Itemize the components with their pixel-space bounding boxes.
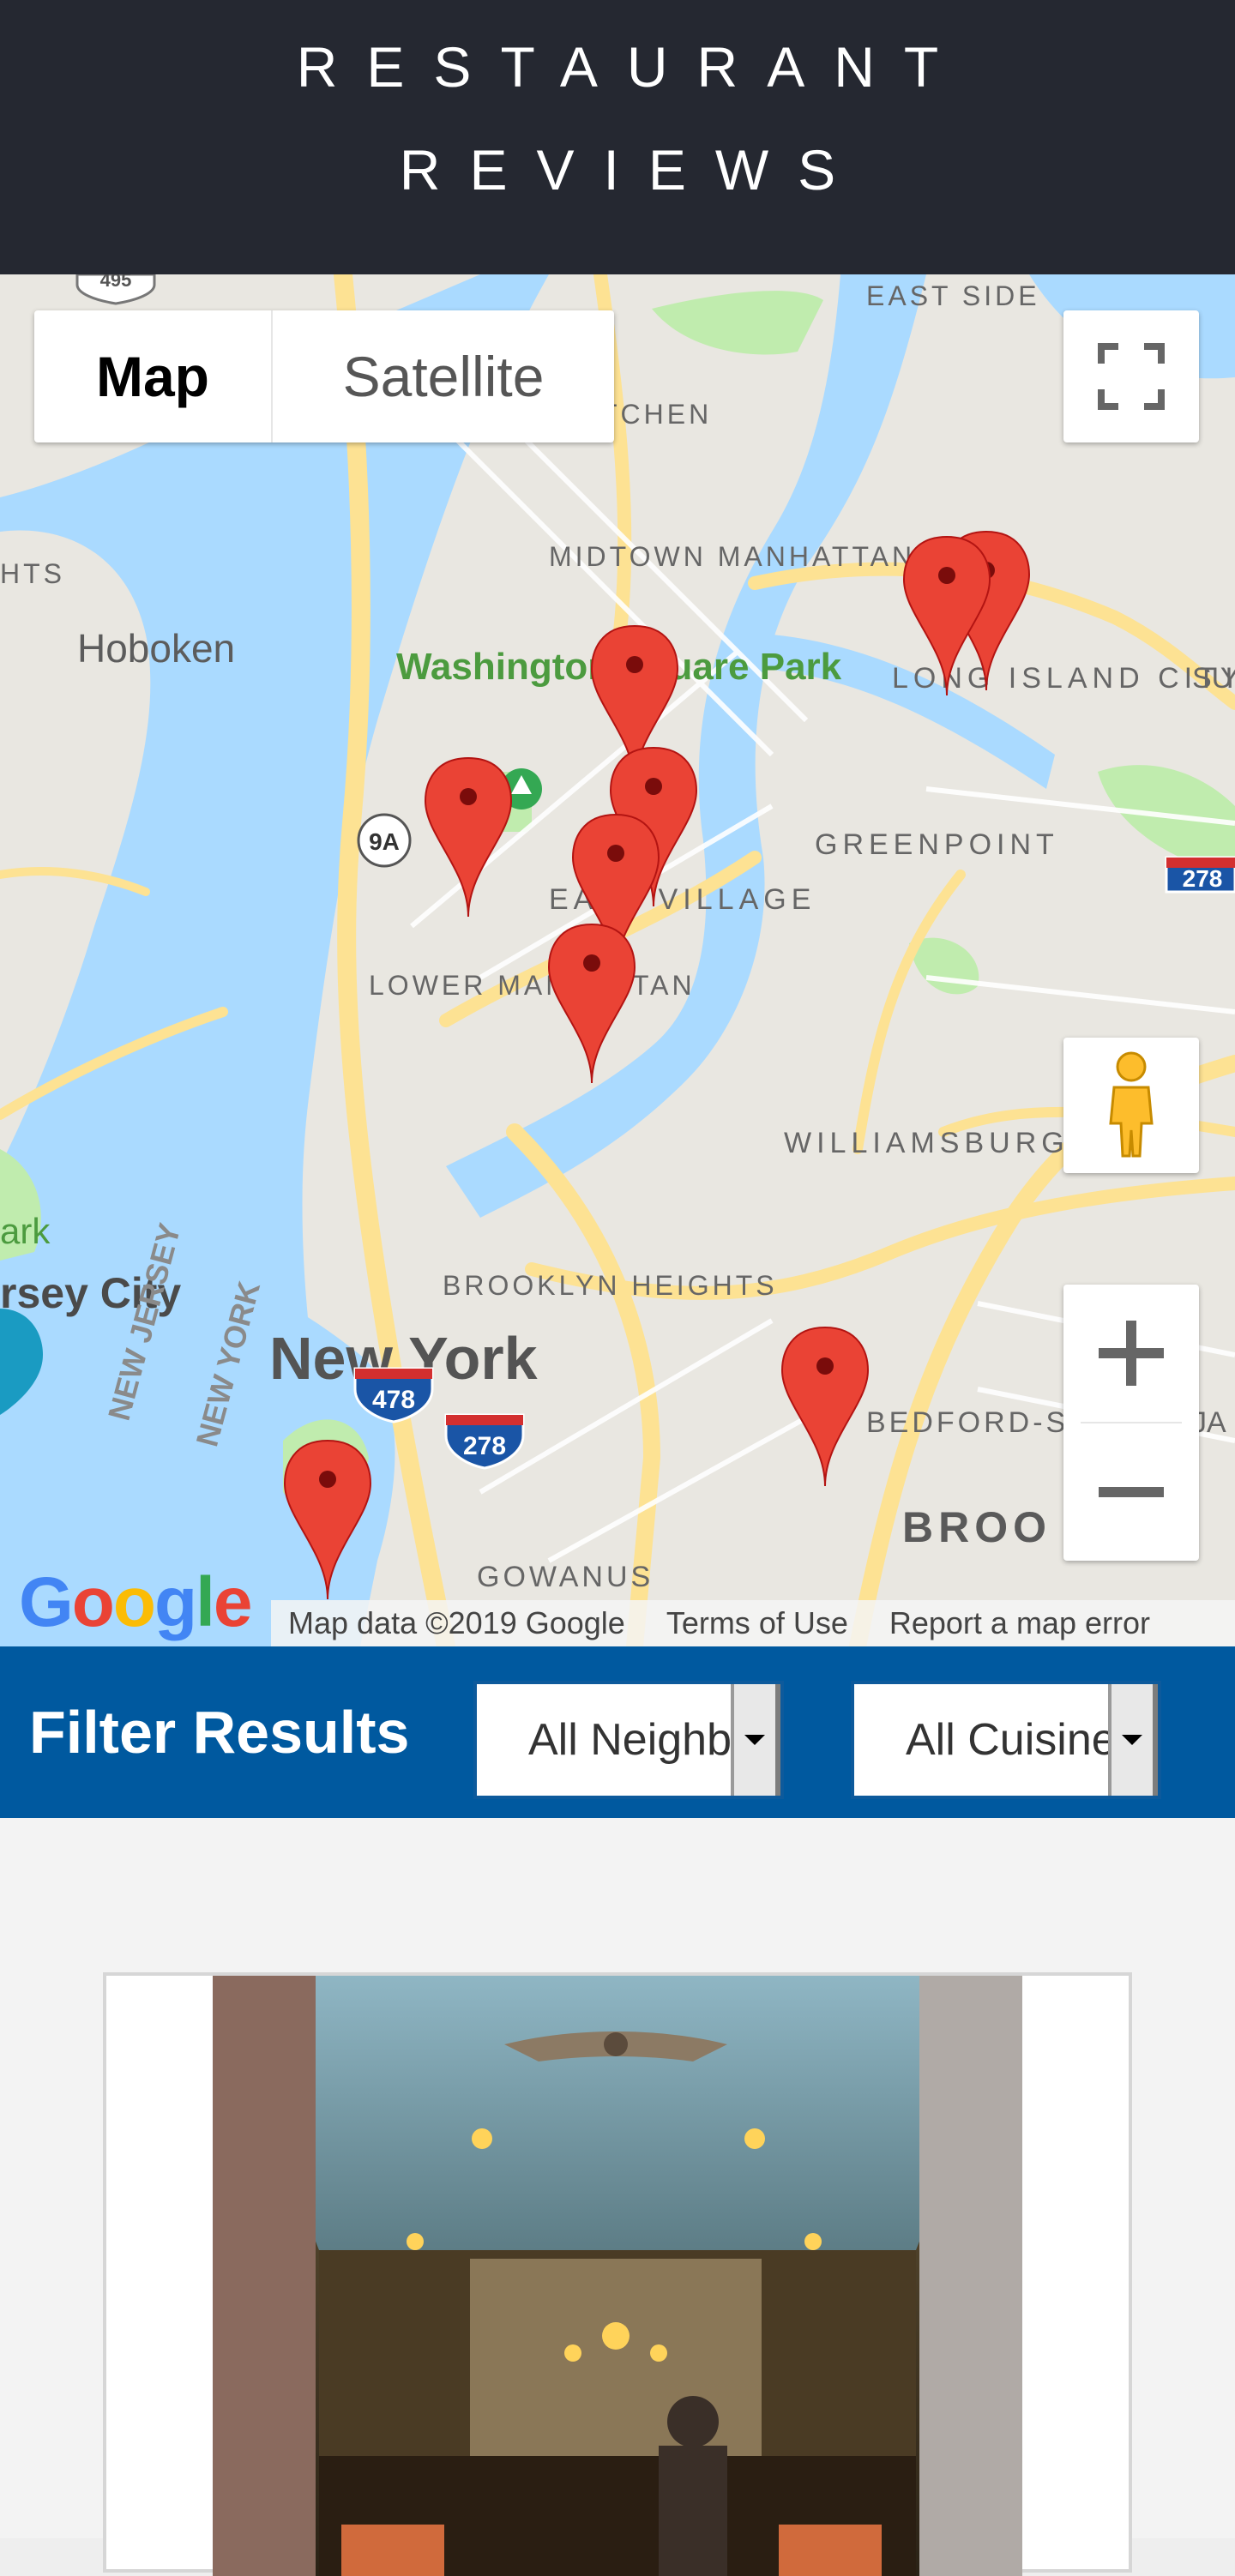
svg-text:278: 278 <box>1183 865 1223 892</box>
zoom-control <box>1063 1285 1199 1561</box>
map[interactable]: Hoboken rsey City New York Washington Sq… <box>0 274 1235 1646</box>
zoom-in-button[interactable] <box>1063 1285 1199 1422</box>
fullscreen-button[interactable] <box>1063 310 1199 442</box>
svg-text:478: 478 <box>372 1386 415 1414</box>
label-east-side: EAST SIDE <box>866 280 1040 311</box>
site-title-line-1: RESTAURANT <box>296 35 968 99</box>
google-logo[interactable]: Google <box>19 1562 252 1643</box>
cuisines-select-value: All Cuisines <box>906 1715 1112 1765</box>
shield-i278-east: 278 <box>1165 856 1235 894</box>
zoom-out-button[interactable] <box>1063 1423 1199 1561</box>
label-hts: HTS <box>0 558 65 589</box>
label-brooklyn-heights: BROOKLYN HEIGHTS <box>443 1270 778 1301</box>
pegman-icon <box>1109 1051 1154 1158</box>
restaurant-photo[interactable] <box>213 1976 1022 2576</box>
neighborhoods-select[interactable]: All Neighborhoods <box>473 1681 784 1799</box>
label-hoboken: Hoboken <box>77 626 235 671</box>
street-view-pegman-button[interactable] <box>1063 1038 1199 1173</box>
restaurant-card[interactable] <box>103 1972 1132 2576</box>
map-data-attribution: Map data ©2019 Google <box>288 1605 625 1640</box>
dropdown-arrow-icon <box>1108 1684 1158 1796</box>
label-kitchen: TCHEN <box>600 399 712 430</box>
filter-bar: Filter Results All Neighborhoods All Cui… <box>0 1646 1235 1818</box>
restaurant-interior-image <box>213 1976 1022 2576</box>
dropdown-arrow-icon <box>731 1684 780 1796</box>
label-greenpoint: GREENPOINT <box>815 828 1059 861</box>
map-type-control: Map Satellite <box>34 310 614 442</box>
label-gowanus: GOWANUS <box>477 1561 654 1593</box>
site-title[interactable]: RESTAURANT REVIEWS <box>268 15 967 221</box>
label-lower-manhattan: LOWER MANHATTAN <box>369 970 696 1001</box>
label-midtown-manhattan: MIDTOWN MANHATTAN <box>549 541 915 572</box>
filter-title: Filter Results <box>29 1699 410 1766</box>
label-brooklyn: BROO <box>902 1503 1051 1551</box>
label-su: SU <box>1192 662 1232 695</box>
cuisines-select[interactable]: All Cuisines <box>851 1681 1161 1799</box>
map-canvas[interactable]: Hoboken rsey City New York Washington Sq… <box>0 274 1235 1646</box>
map-type-satellite-button[interactable]: Satellite <box>271 310 614 442</box>
site-header: RESTAURANT REVIEWS <box>0 0 1235 274</box>
label-williamsburg: WILLIAMSBURG <box>784 1127 1069 1159</box>
plus-icon <box>1099 1321 1164 1386</box>
shield-9a: 9A <box>357 813 412 868</box>
minus-icon <box>1099 1487 1164 1497</box>
map-footer: Map data ©2019 Google Terms of Use Repor… <box>271 1600 1235 1646</box>
map-type-map-button[interactable]: Map <box>34 310 271 442</box>
terms-of-use-link[interactable]: Terms of Use <box>666 1605 848 1641</box>
label-park: ark <box>0 1211 51 1251</box>
neighborhoods-select-value: All Neighborhoods <box>528 1715 734 1765</box>
svg-text:278: 278 <box>463 1432 506 1460</box>
report-map-error-link[interactable]: Report a map error <box>889 1605 1150 1641</box>
restaurants-list <box>0 1818 1235 2576</box>
label-bedford: BEDFORD-S <box>866 1406 1069 1439</box>
site-title-line-2: REVIEWS <box>399 138 865 202</box>
svg-text:495: 495 <box>100 274 132 291</box>
svg-text:9A: 9A <box>369 828 400 855</box>
fullscreen-icon <box>1098 343 1165 410</box>
